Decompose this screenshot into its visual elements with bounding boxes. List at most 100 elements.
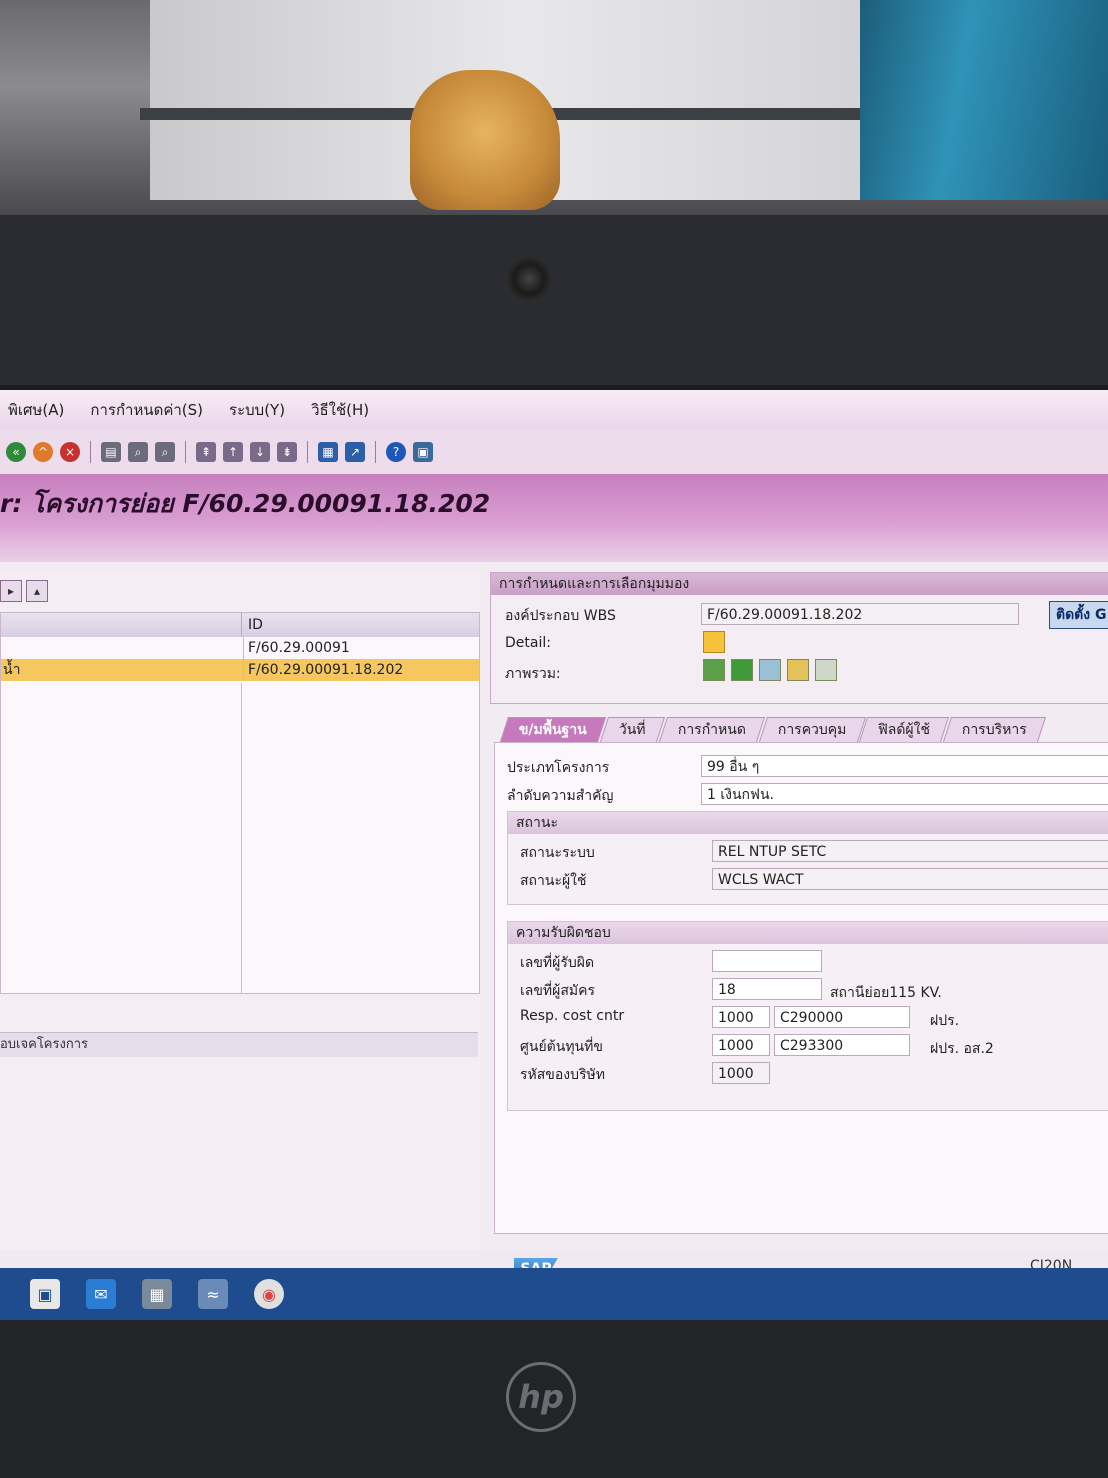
mail-icon[interactable]: ✉ [86,1279,116,1309]
tab-label: ข/มพื้นฐาน [518,722,587,738]
blue-cloth [860,0,1108,200]
project-type-label: ประเภทโครงการ [507,760,610,776]
find-next-icon[interactable]: ⌕ [155,442,175,462]
collapse-icon[interactable]: ▴ [26,580,48,602]
first-page-icon[interactable]: ⇞ [196,442,216,462]
overview-diamond-icon[interactable] [759,659,781,681]
tree-header: ID [1,613,479,637]
tree-column-divider [241,683,242,993]
detail-pane: การกำหนดและการเลือกมุมมอง องค์ประกอบ WBS… [490,572,1108,1252]
tab-label: การกำหนด [677,722,746,738]
settings-button[interactable]: ติดตั้ง G [1049,601,1108,629]
tab-label: การบริหาร [962,722,1028,738]
priority-field[interactable]: 1 เงินกฟน. [701,783,1108,805]
menu-help[interactable]: วิธีใช้(H) [311,398,369,422]
overview-copy-icon[interactable] [815,659,837,681]
webcam [506,256,552,302]
tab-label: ฟิลด์ผู้ใช้ [878,722,931,738]
menu-bar: พิเศษ(A) การกำหนดค่า(S) ระบบ(Y) วิธีใช้(… [0,390,1108,430]
tree-row-id: F/60.29.00091 [248,640,350,656]
resp-cost-center-area-field[interactable]: 1000 [712,1006,770,1028]
overview-structure-icon[interactable] [703,659,725,681]
responsible-field[interactable] [712,950,822,972]
system-status-field[interactable]: REL NTUP SETC [712,840,1108,862]
tab-dates[interactable]: วันที่ [599,717,665,742]
toolbar: « ^ × ▤ ⌕ ⌕ ⇞ ↑ ↓ ⇟ ▦ ↗ ? ▣ [0,430,1108,475]
applicant-text: สถานีย่อย115 KV. [830,985,942,1001]
menu-settings[interactable]: การกำหนดค่า(S) [90,398,203,422]
layout-icon[interactable]: ▣ [413,442,433,462]
req-cost-center-text: ฝปร. อส.2 [930,1041,994,1057]
resp-cost-center-text: ฝปร. [930,1013,960,1029]
user-status-label: สถานะผู้ใช้ [520,873,587,889]
next-page-icon[interactable]: ↓ [250,442,270,462]
title-bar: r: โครงการย่อย F/60.29.00091.18.202 [0,474,1108,562]
sap-logon-icon[interactable]: ≈ [198,1279,228,1309]
expand-icon[interactable]: ▸ [0,580,22,602]
tree-button-group: ▸ ▴ [0,580,48,602]
create-session-icon[interactable]: ▦ [318,442,338,462]
responsible-label: เลขที่ผู้รับผิด [520,955,595,971]
warning-icon[interactable] [703,631,725,653]
store-icon[interactable]: ▣ [30,1279,60,1309]
back-icon[interactable]: « [6,442,26,462]
req-cost-center-area-field[interactable]: 1000 [712,1034,770,1056]
status-section-title: สถานะ [508,812,1108,834]
project-tree: ID F/60.29.00091 น้ำ F/60.29.00091.18.20… [0,612,480,994]
tab-basic-data[interactable]: ข/มพื้นฐาน [499,717,606,742]
overview-hierarchy-icon[interactable] [787,659,809,681]
resp-cost-center-label: Resp. cost cntr [520,1008,625,1024]
wbs-label: องค์ประกอบ WBS [505,608,616,624]
status-section: สถานะ สถานะระบบ REL NTUP SETC สถานะผู้ใช… [507,811,1108,905]
user-status-field[interactable]: WCLS WACT [712,868,1108,890]
tree-row-name: น้ำ [1,659,244,681]
menu-extras[interactable]: พิเศษ(A) [8,398,64,422]
food-item [410,70,560,210]
tab-assignments[interactable]: การกำหนด [658,717,765,742]
find-icon[interactable]: ⌕ [128,442,148,462]
tree-header-id: ID [248,617,263,633]
windows-taskbar: ▣ ✉ ▦ ≈ ◉ [0,1268,1108,1320]
applicant-field[interactable]: 18 [712,978,822,1000]
tree-row-id: F/60.29.00091.18.202 [248,662,404,678]
detail-label: Detail: [505,635,551,651]
cancel-icon[interactable]: × [60,442,80,462]
last-page-icon[interactable]: ⇟ [277,442,297,462]
req-cost-center-field[interactable]: C293300 [774,1034,910,1056]
tab-control[interactable]: การควบคุม [758,717,866,742]
selection-section-title: การกำหนดและการเลือกมุมมอง [491,573,1108,595]
toolbar-separator [90,441,91,463]
company-code-field[interactable]: 1000 [712,1062,770,1084]
company-code-label: รหัสของบริษัท [520,1067,605,1083]
overview-bar-icon[interactable] [731,659,753,681]
tree-row[interactable]: F/60.29.00091 [1,637,479,659]
responsibility-section: ความรับผิดชอบ เลขที่ผู้รับผิด เลขที่ผู้ส… [507,921,1108,1111]
help-icon[interactable]: ? [386,442,406,462]
sap-screen: พิเศษ(A) การกำหนดค่า(S) ระบบ(Y) วิธีใช้(… [0,390,1108,1320]
req-cost-center-label: ศูนย์ต้นทุนที่ข [520,1039,603,1055]
tab-user-fields[interactable]: ฟิลด์ผู้ใช้ [859,717,950,742]
print-icon[interactable]: ▤ [101,442,121,462]
tree-row-selected[interactable]: น้ำ F/60.29.00091.18.202 [1,659,479,681]
object-list-header: อบเจคโครงการ [0,1032,478,1057]
tree-header-name [1,613,242,637]
resp-cost-center-field[interactable]: C290000 [774,1006,910,1028]
basic-data-tab-content: ประเภทโครงการ 99 อื่น ๆ ลำดับความสำคัญ 1… [494,742,1108,1234]
tree-row-name [1,637,244,659]
menu-system[interactable]: ระบบ(Y) [229,398,285,422]
calculator-icon[interactable]: ▦ [142,1279,172,1309]
shortcut-icon[interactable]: ↗ [345,442,365,462]
applicant-label: เลขที่ผู้สมัคร [520,983,596,999]
wbs-field[interactable]: F/60.29.00091.18.202 [701,603,1019,625]
toolbar-separator [307,441,308,463]
tab-strip: ข/มพื้นฐาน วันที่ การกำหนด การควบคุม ฟิล… [490,712,1108,742]
priority-label: ลำดับความสำคัญ [507,788,614,804]
project-type-field[interactable]: 99 อื่น ๆ [701,755,1108,777]
exit-icon[interactable]: ^ [33,442,53,462]
tab-label: วันที่ [618,722,646,738]
photo-background [0,0,1108,215]
tab-administration[interactable]: การบริหาร [943,717,1047,742]
responsibility-section-title: ความรับผิดชอบ [508,922,1108,944]
chrome-icon[interactable]: ◉ [254,1279,284,1309]
prev-page-icon[interactable]: ↑ [223,442,243,462]
